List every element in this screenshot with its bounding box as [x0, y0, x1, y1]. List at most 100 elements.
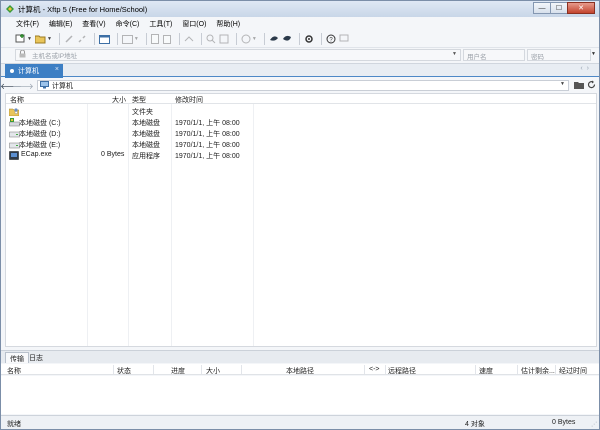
file-type: 本地磁盘 [132, 120, 160, 127]
transfer-header-size[interactable]: 大小 [206, 366, 220, 376]
tab-computer[interactable]: 计算机 × [5, 64, 63, 78]
column-divider [517, 365, 518, 374]
paste-icon [162, 34, 172, 44]
path-bar: 🡐 🡒 计算机 ▼ [1, 79, 597, 92]
transfer-header-local-path[interactable]: 本地路径 [286, 366, 314, 376]
menu-window[interactable]: 窗口(O) [177, 19, 211, 29]
sync-icon [184, 34, 194, 44]
xshell-button[interactable] [269, 33, 279, 46]
transfer-header-speed[interactable]: 速度 [479, 366, 493, 376]
menu-command[interactable]: 命令(C) [111, 19, 145, 29]
transfer-header-progress[interactable]: 进度 [171, 366, 185, 376]
help-button[interactable]: ? [326, 33, 336, 46]
xftp-app-icon [5, 4, 15, 14]
transfer-header-elapsed[interactable]: 经过时间 [559, 366, 587, 376]
arrow-right-icon: 🡒 [12, 81, 34, 91]
username-input[interactable]: 用户名 [463, 49, 525, 61]
copy-button[interactable] [150, 33, 160, 46]
file-row-user-folder[interactable]: 文件夹 [6, 106, 596, 117]
maximize-button[interactable]: ☐ [550, 2, 568, 14]
transfer-header-status[interactable]: 状态 [117, 366, 131, 376]
file-size: 0 Bytes [101, 151, 125, 158]
file-row-drive-d[interactable]: 本地磁盘 (D:) 本地磁盘 1970/1/1, 上午 08:00 [6, 128, 596, 139]
sync-button[interactable] [184, 33, 194, 46]
connect-button[interactable] [64, 33, 74, 46]
gear-icon [304, 34, 314, 44]
transfer-header-direction[interactable]: <-> [369, 366, 380, 373]
tab-log[interactable]: 日志 [25, 352, 47, 363]
transfer-button[interactable]: ▼ [121, 33, 139, 46]
column-header: 名称 大小 类型 修改时间 [6, 94, 596, 104]
properties-icon [219, 34, 229, 44]
xftp-icon [282, 34, 292, 44]
paste-button[interactable] [162, 33, 172, 46]
options-button[interactable] [304, 33, 314, 46]
transfer-list [1, 376, 599, 414]
window-controls: — ☐ ✕ [533, 2, 595, 14]
globe-icon [241, 34, 251, 44]
toolbar-separator [178, 33, 180, 45]
comment-icon [339, 34, 349, 44]
new-session-button[interactable]: ▼ [15, 33, 32, 46]
column-divider [113, 365, 114, 374]
open-folder-button[interactable]: ▼ [34, 33, 52, 46]
status-text: 就绪 [7, 421, 21, 428]
password-input[interactable]: 密码 [527, 49, 591, 61]
toolbar-separator [116, 33, 118, 45]
chevron-down-icon: ▼ [27, 36, 32, 42]
column-header-name[interactable]: 名称 [10, 95, 24, 105]
file-type: 本地磁盘 [132, 142, 160, 149]
menu-file[interactable]: 文件(F) [11, 19, 44, 29]
column-header-type[interactable]: 类型 [132, 95, 146, 105]
menu-help[interactable]: 帮助(H) [211, 19, 245, 29]
xftp-button[interactable] [282, 33, 292, 46]
file-row-drive-c[interactable]: 本地磁盘 (C:) 本地磁盘 1970/1/1, 上午 08:00 [6, 117, 596, 128]
minimize-button[interactable]: — [533, 2, 551, 14]
column-divider [201, 365, 202, 374]
file-name: ECap.exe [21, 151, 52, 158]
chevron-down-icon[interactable]: ▼ [591, 51, 596, 57]
file-row-drive-e[interactable]: 本地磁盘 (E:) 本地磁盘 1970/1/1, 上午 08:00 [6, 139, 596, 150]
disconnect-button[interactable] [77, 33, 87, 46]
menu-edit[interactable]: 编辑(E) [44, 19, 77, 29]
menu-tools[interactable]: 工具(T) [144, 19, 177, 29]
chevron-down-icon[interactable]: ▼ [560, 81, 565, 87]
close-icon[interactable]: × [55, 66, 59, 73]
window-title: 计算机 - Xftp 5 (Free for Home/School) [18, 5, 148, 14]
transfer-icon [121, 34, 133, 44]
file-modified: 1970/1/1, 上午 08:00 [175, 142, 240, 149]
copy-icon [150, 34, 160, 44]
tab-scroll-arrows[interactable]: ‹› [580, 65, 593, 72]
column-header-size[interactable]: 大小 [112, 95, 126, 105]
tab-status-icon [10, 69, 14, 73]
properties-button[interactable] [219, 33, 229, 46]
chevron-down-icon[interactable]: ▼ [452, 51, 457, 57]
file-row-ecap[interactable]: ECap.exe 0 Bytes 应用程序 1970/1/1, 上午 08:00 [6, 150, 596, 161]
path-input[interactable]: 计算机 ▼ [37, 80, 569, 91]
transfer-header-remote-path[interactable]: 远程路径 [388, 366, 416, 376]
transfer-header-name[interactable]: 名称 [7, 366, 21, 376]
toolbar-separator [320, 33, 322, 45]
status-bar: 就绪 4 对象 0 Bytes ⋰ [1, 415, 599, 429]
new-window-button[interactable] [98, 33, 110, 46]
session-tab-bar: 计算机 × ‹› [1, 63, 599, 78]
resize-grip-icon[interactable]: ⋰ [591, 421, 597, 428]
column-header-modified[interactable]: 修改时间 [175, 95, 203, 105]
object-count: 4 对象 [465, 421, 485, 428]
column-divider [385, 365, 386, 374]
menu-view[interactable]: 查看(V) [77, 19, 110, 29]
host-input[interactable]: 主机名或IP地址 ▼ [15, 49, 461, 61]
find-button[interactable] [206, 33, 216, 46]
bottom-tab-bar: 传输 日志 [1, 350, 599, 363]
file-type: 文件夹 [132, 109, 153, 116]
refresh-button[interactable] [586, 80, 597, 91]
app-window: 计算机 - Xftp 5 (Free for Home/School) — ☐ … [0, 0, 600, 430]
column-divider [241, 365, 242, 374]
computer-icon [40, 80, 49, 91]
new-folder-button[interactable] [573, 80, 584, 91]
forward-button[interactable]: 🡒 [12, 80, 33, 91]
comment-button[interactable] [339, 33, 349, 46]
globe-button[interactable]: ▼ [241, 33, 257, 46]
transfer-header-eta[interactable]: 估计剩余... [521, 366, 555, 376]
close-button[interactable]: ✕ [567, 2, 595, 14]
